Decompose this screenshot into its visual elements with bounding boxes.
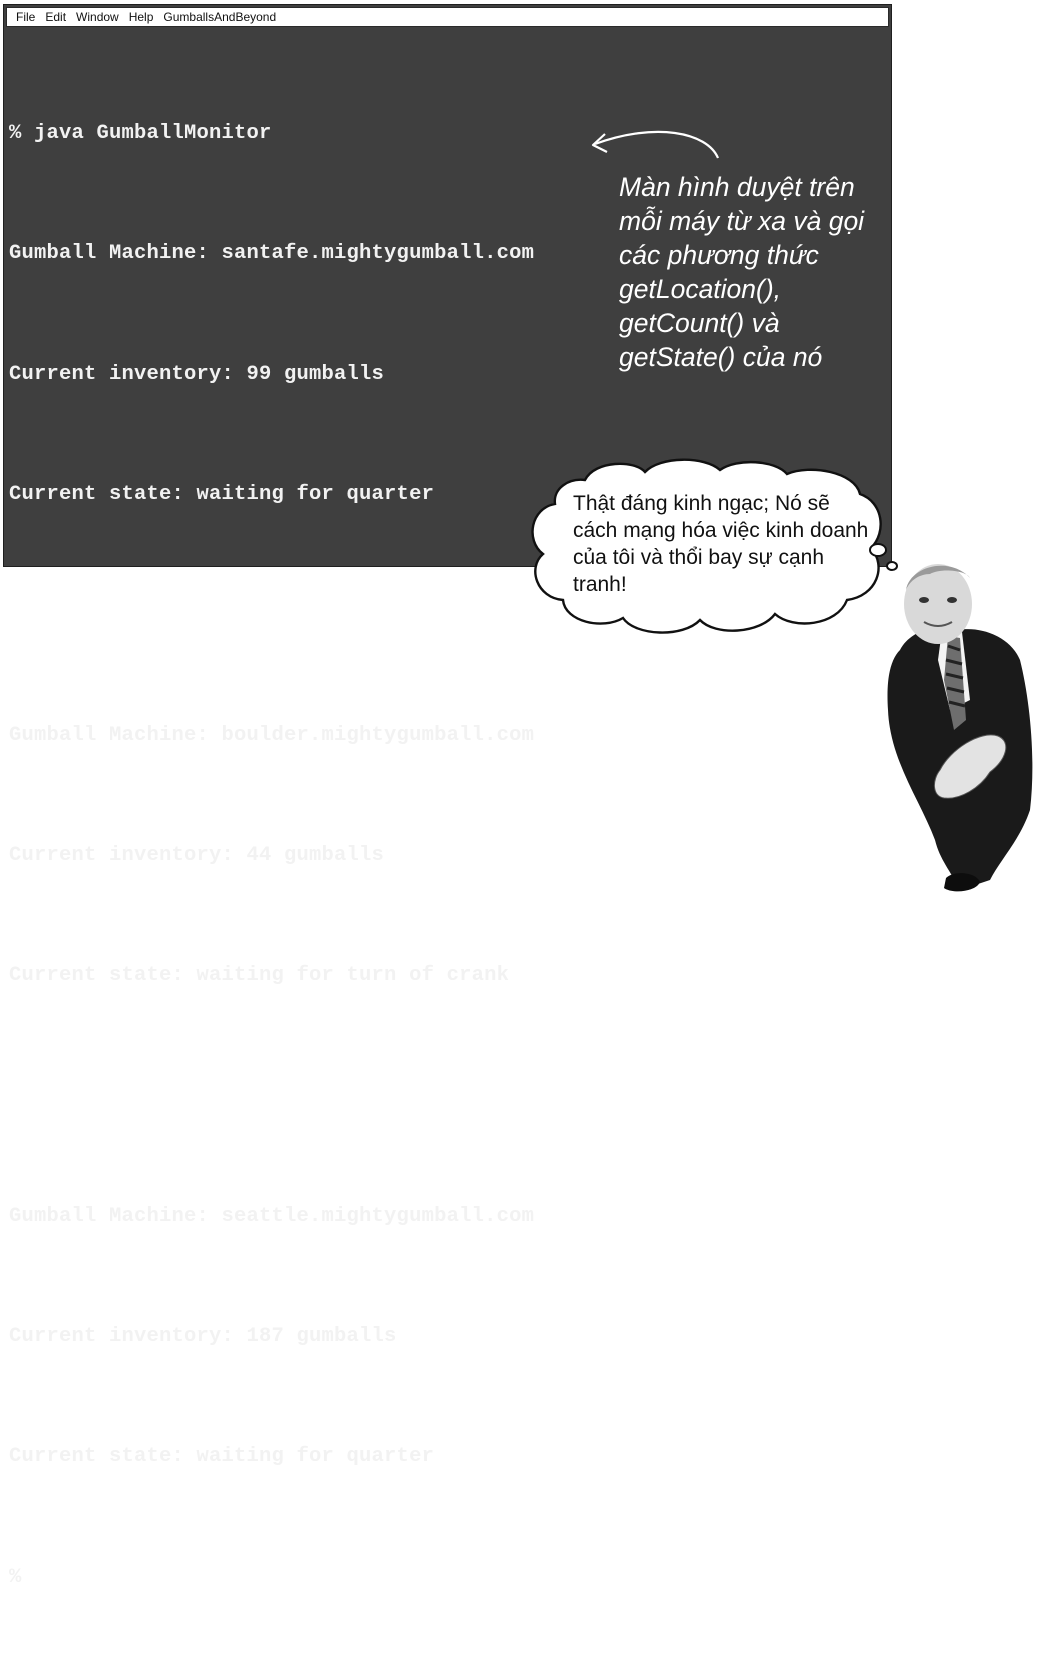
terminal-line: Current state: waiting for turn of crank <box>9 964 510 988</box>
terminal-line: Current inventory: 99 gumballs <box>9 362 385 386</box>
terminal-line: Gumball Machine: boulder.mightygumball.c… <box>9 723 535 747</box>
terminal-line: Current inventory: 44 gumballs <box>9 843 385 867</box>
terminal-line: Current inventory: 187 gumballs <box>9 1325 397 1348</box>
menu-edit[interactable]: Edit <box>45 10 66 24</box>
menu-gumballs-and-beyond[interactable]: GumballsAndBeyond <box>163 10 276 24</box>
terminal-line: Gumball Machine: santafe.mightygumball.c… <box>9 242 535 266</box>
menu-help[interactable]: Help <box>129 10 154 24</box>
thought-bubble-text: Thật đáng kinh ngạc; Nó sẽ cách mạng hóa… <box>573 492 869 596</box>
terminal-output: % java GumballMonitor Gumball Machine: s… <box>9 34 534 1678</box>
curved-arrow-icon <box>591 130 720 159</box>
annotation-note: Màn hình duyệt trên mỗi máy từ xa và gọi… <box>619 172 865 372</box>
menu-window[interactable]: Window <box>76 10 119 24</box>
terminal-line: % java GumballMonitor <box>9 122 272 146</box>
terminal-line: Current state: waiting for quarter <box>9 483 435 507</box>
businessman-illustration <box>887 564 1033 892</box>
terminal-prompt[interactable]: % <box>9 1558 534 1598</box>
menu-file[interactable]: File <box>16 10 35 24</box>
menu-bar: File Edit Window Help GumballsAndBeyond <box>6 7 889 27</box>
terminal-line: Gumball Machine: seattle.mightygumball.c… <box>9 1204 535 1228</box>
terminal-line: Current state: waiting for quarter <box>9 1445 435 1469</box>
